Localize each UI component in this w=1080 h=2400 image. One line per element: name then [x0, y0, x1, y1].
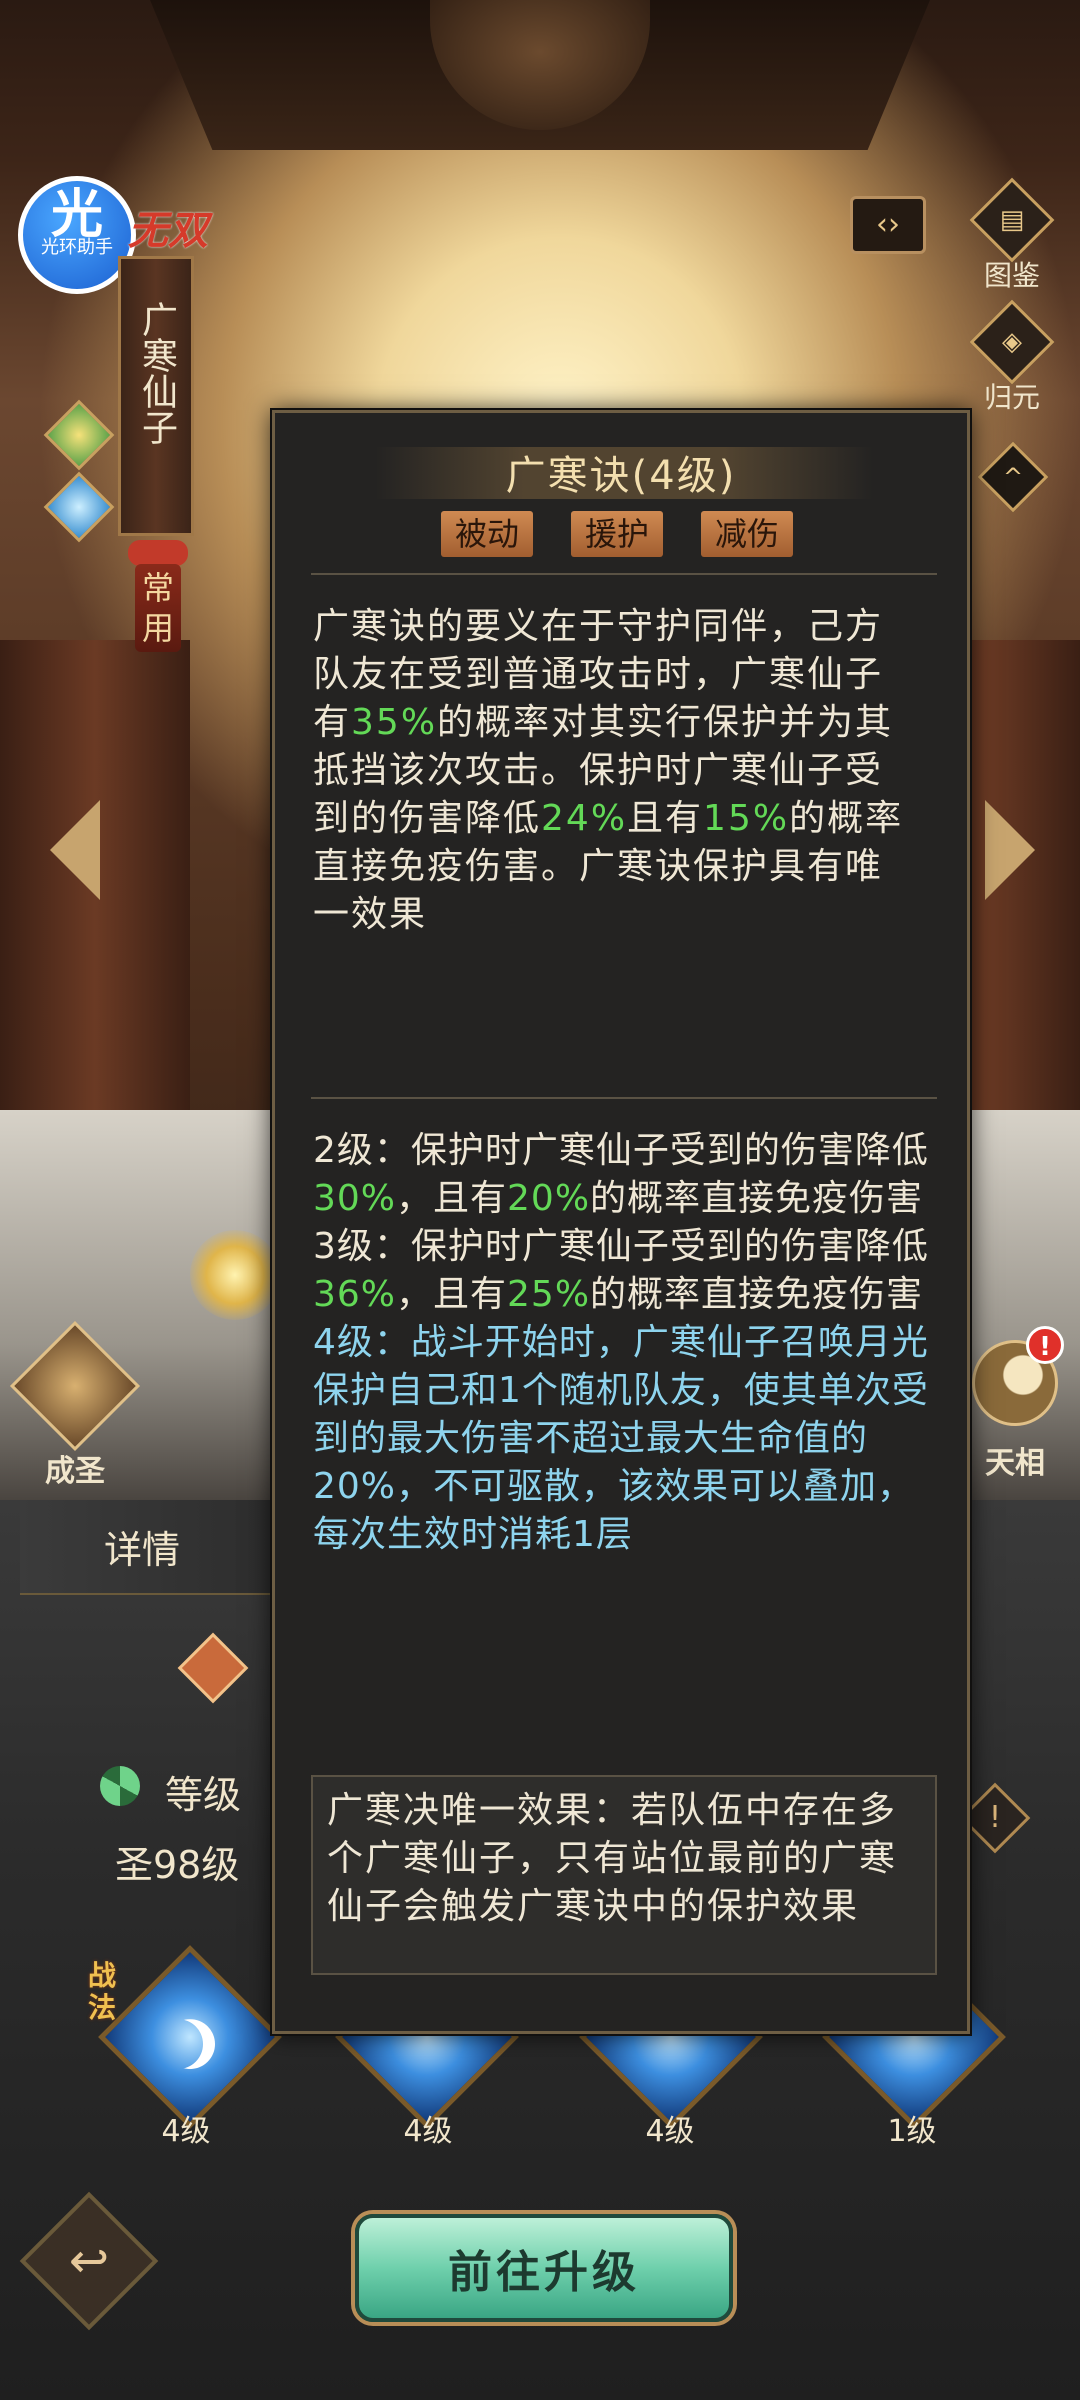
- level-3-desc: 3级：保护时广寒仙子受到的伤害降低 36%，且有25%的概率直接免疫伤害: [313, 1223, 933, 1319]
- chengsheng-label: 成圣: [45, 1454, 105, 1489]
- back-arrow-icon: ↩: [68, 2233, 110, 2289]
- divider-top: [311, 573, 937, 575]
- lvl2-value-1: 30%: [313, 1178, 397, 1219]
- tag-passive: 被动: [441, 511, 534, 557]
- hero-name: 广寒仙子: [136, 301, 177, 445]
- lvl3-text-a: 3级：保护时广寒仙子受到的伤害降低: [313, 1226, 929, 1267]
- return-icon: ◈: [969, 299, 1055, 385]
- red-knot-ornament: [128, 540, 188, 566]
- desc-text-3: 且有: [627, 798, 704, 839]
- hero-name-plate: 广寒仙子: [118, 256, 194, 536]
- next-hero-arrow[interactable]: [985, 800, 1035, 900]
- tianxiang-label: 天相: [985, 1446, 1045, 1481]
- lvl2-text-a: 2级：保护时广寒仙子受到的伤害降低: [313, 1130, 929, 1171]
- lvl3-text-c: 的概率直接免疫伤害: [590, 1274, 924, 1315]
- lvl3-text-b: ，且有: [396, 1274, 508, 1315]
- battle-skill-tag: 战法: [88, 1959, 117, 2024]
- scroll-icon: ▤: [969, 177, 1055, 263]
- lvl3-value-1: 36%: [313, 1274, 397, 1315]
- tujian-button[interactable]: ▤ 图鉴: [968, 177, 1056, 294]
- level-4-desc: 4级：战斗开始时，广寒仙子召唤月光保护自己和1个随机队友，使其单次受到的最大伤害…: [313, 1322, 929, 1555]
- crescent-moon-icon: [165, 2019, 215, 2069]
- skill-tooltip: 广寒诀(4级) 被动 援护 减伤 广寒诀的要义在于守护同伴，己方队友在受到普通攻…: [272, 410, 970, 2034]
- tab-detail-label: 详情: [104, 1528, 181, 1572]
- skill-slot-1-level: 4级: [161, 2114, 211, 2149]
- desc-value-1: 35%: [351, 702, 438, 743]
- alert-badge-icon: !: [1026, 1326, 1064, 1364]
- desc-value-2: 24%: [541, 798, 628, 839]
- level-value: 圣98级: [115, 1843, 240, 1887]
- badge-subtitle: 光环助手: [41, 237, 113, 258]
- tab-detail[interactable]: 详情: [20, 1500, 280, 1595]
- tag-damage-reduction: 减伤: [701, 511, 794, 557]
- guiyuan-label: 归元: [983, 381, 1040, 414]
- level-2-desc: 2级：保护时广寒仙子受到的伤害降低 30%，且有20%的概率直接免疫伤害: [313, 1127, 933, 1223]
- moon-glow-orb: [190, 1230, 280, 1320]
- lvl2-text-c: 的概率直接免疫伤害: [590, 1178, 924, 1219]
- level-descriptions: 2级：保护时广寒仙子受到的伤害降低30%，且有20%的概率直接免疫伤害 3级：保…: [313, 1127, 933, 1559]
- skill-slot-4-level: 1级: [887, 2114, 937, 2149]
- level-swirl-icon: [100, 1766, 140, 1806]
- lvl2-text-b: ，且有: [396, 1178, 508, 1219]
- skill-description: 广寒诀的要义在于守护同伴，己方队友在受到普通攻击时，广寒仙子有35%的概率对其实…: [313, 603, 913, 939]
- desc-value-3: 15%: [703, 798, 790, 839]
- hero-rank-tag: 无双: [128, 208, 208, 254]
- go-upgrade-button[interactable]: 前往升级: [355, 2214, 733, 2322]
- tujian-label: 图鉴: [983, 259, 1040, 292]
- divider-middle: [311, 1097, 937, 1099]
- lvl3-value-2: 25%: [507, 1274, 591, 1315]
- exclamation-icon: !: [988, 1800, 1002, 1835]
- unique-effect-text: 广寒决唯一效果：若队伍中存在多个广寒仙子，只有站位最前的广寒仙子会触发广寒诀中的…: [327, 1790, 898, 1927]
- skill-slot-3-level: 4级: [645, 2114, 695, 2149]
- level-label: 等级: [165, 1773, 242, 1817]
- chengsheng-button[interactable]: 成圣: [9, 1320, 141, 1490]
- tag-support: 援护: [571, 511, 664, 557]
- ascend-icon: [9, 1320, 141, 1452]
- skill-title: 广寒诀(4级): [505, 453, 737, 499]
- skill-slot-2-level: 4级: [403, 2114, 453, 2149]
- collapse-icon[interactable]: ‹›: [850, 196, 926, 254]
- unique-effect-box[interactable]: 广寒决唯一效果：若队伍中存在多个广寒仙子，只有站位最前的广寒仙子会触发广寒诀中的…: [311, 1775, 937, 1975]
- lvl2-value-2: 20%: [507, 1178, 591, 1219]
- prev-hero-arrow[interactable]: [50, 800, 100, 900]
- guiyuan-button[interactable]: ◈ 归元: [968, 299, 1056, 416]
- common-tag[interactable]: 常用: [135, 564, 181, 652]
